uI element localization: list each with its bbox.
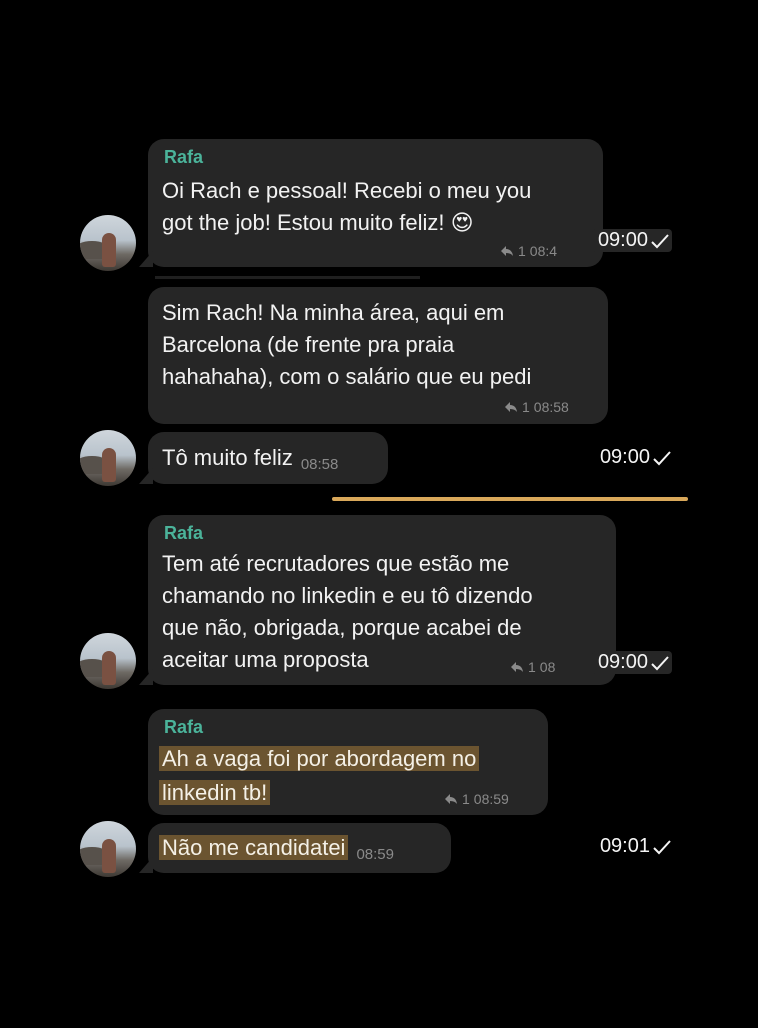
message-line: Barcelona (de frente pra praia — [162, 332, 455, 357]
reply-arrow-icon — [511, 662, 523, 672]
message-time: 08:59 — [356, 846, 394, 863]
highlighted-text: Ah a vaga foi por abordagem no — [159, 746, 480, 771]
unread-divider — [332, 497, 688, 501]
message-text: Tô muito feliz — [162, 445, 293, 470]
sender-name: Rafa — [164, 717, 204, 737]
avatar[interactable] — [80, 821, 136, 877]
message-line: Não me candidatei 08:59 — [159, 832, 394, 871]
reply-arrow-icon — [445, 794, 457, 804]
reply-arrow-icon — [505, 402, 517, 412]
message-line: aceitar uma proposta — [162, 647, 369, 672]
check-icon — [651, 655, 669, 670]
message-line: que não, obrigada, porque acabei de — [162, 615, 522, 640]
check-icon — [651, 233, 669, 248]
message-bubble[interactable]: Rafa Oi Rach e pessoal! Recebi o meu you… — [139, 139, 603, 267]
message-time: 08:4 — [529, 243, 558, 259]
avatar[interactable] — [80, 633, 136, 689]
status-time: 09:01 — [600, 835, 672, 858]
avatar[interactable] — [80, 215, 136, 271]
message-line: Oi Rach e pessoal! Recebi o meu you — [162, 178, 532, 203]
check-icon — [653, 450, 671, 465]
message-bubble[interactable]: Sim Rach! Na minha área, aqui em Barcelo… — [148, 287, 608, 424]
message-bubble[interactable]: Rafa Ah a vaga foi por abordagem no link… — [148, 709, 548, 815]
message-line: got the job! Estou muito feliz! 😍 — [162, 210, 474, 235]
message-line: Tô muito feliz 08:58 — [162, 442, 338, 481]
message-time: 08:59 — [473, 791, 509, 807]
chat-screen: Rafa Oi Rach e pessoal! Recebi o meu you… — [0, 0, 758, 1028]
message-time: 08:58 — [300, 456, 339, 473]
message-line: hahahaha), com o salário que eu pedi — [162, 364, 532, 389]
status-time-text: 09:00 — [597, 651, 648, 673]
reply-count: 1 — [518, 243, 526, 259]
status-time-text: 09:00 — [599, 446, 650, 468]
message-meta: 1 08:58 — [504, 399, 569, 415]
status-time: 09:00 — [591, 651, 672, 674]
sender-name: Rafa — [164, 523, 204, 543]
message-bubble[interactable]: Rafa Tem até recrutadores que estão me c… — [139, 515, 616, 685]
reply-count: 1 — [462, 791, 470, 807]
message-line: Ah a vaga foi por abordagem no — [159, 743, 480, 775]
highlighted-text: linkedin tb! — [159, 780, 271, 805]
message-line: Tem até recrutadores que estão me — [162, 551, 510, 576]
divider — [155, 276, 420, 279]
message-meta: 1 08 — [510, 659, 555, 675]
message-meta: 1 08:4 — [500, 243, 557, 259]
status-time: 09:00 — [591, 229, 672, 252]
message-time: 08:58 — [533, 399, 569, 415]
reply-count: 1 — [528, 659, 536, 675]
message-bubble[interactable]: Tô muito feliz 08:58 — [139, 432, 388, 484]
message-meta: 1 08:59 — [444, 791, 509, 807]
message-line: chamando no linkedin e eu tô dizendo — [162, 583, 533, 608]
check-icon — [653, 839, 671, 854]
sender-name: Rafa — [164, 147, 204, 167]
status-time-text: 09:00 — [597, 229, 648, 251]
message-line: Sim Rach! Na minha área, aqui em — [162, 300, 505, 325]
avatar[interactable] — [80, 430, 136, 486]
message-line: linkedin tb! — [159, 777, 271, 809]
message-time: 08 — [539, 659, 556, 675]
status-time-text: 09:01 — [599, 835, 650, 857]
reply-count: 1 — [522, 399, 530, 415]
highlighted-text: Não me candidatei — [159, 835, 349, 860]
message-bubble[interactable]: Não me candidatei 08:59 — [139, 823, 451, 873]
reply-arrow-icon — [501, 246, 513, 256]
status-time: 09:00 — [600, 446, 672, 469]
